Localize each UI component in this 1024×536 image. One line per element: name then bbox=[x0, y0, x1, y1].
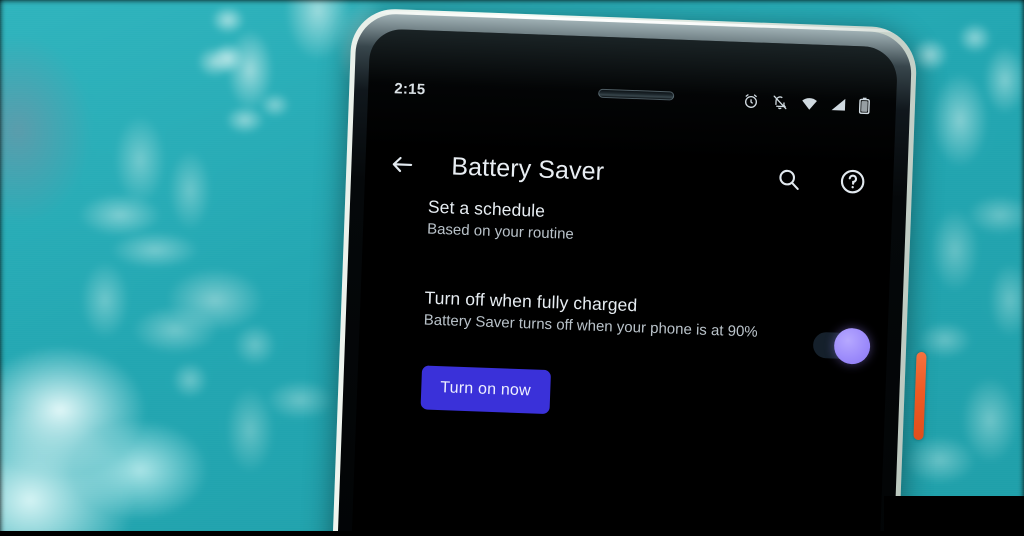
notifications-off-icon bbox=[772, 94, 789, 111]
turn-on-now-button[interactable]: Turn on now bbox=[420, 365, 551, 415]
battery-icon bbox=[858, 97, 871, 114]
phone-bezel: 2:15 Battery Saver Set a schedule Based … bbox=[336, 12, 913, 536]
app-bar-actions bbox=[773, 163, 868, 196]
back-arrow-icon[interactable] bbox=[387, 149, 418, 180]
setting-turn-off-when-fully-charged[interactable]: Turn off when fully charged Battery Save… bbox=[381, 286, 871, 366]
phone-device: 2:15 Battery Saver Set a schedule Based … bbox=[331, 7, 918, 536]
help-icon[interactable] bbox=[837, 166, 868, 197]
phone-screen: 2:15 Battery Saver Set a schedule Based … bbox=[350, 28, 899, 536]
search-icon[interactable] bbox=[773, 163, 804, 194]
letterbox-bar bbox=[884, 496, 1024, 536]
toggle-thumb bbox=[833, 327, 871, 366]
letterbox-bottom-bar bbox=[0, 531, 1024, 536]
page-title: Battery Saver bbox=[450, 151, 605, 186]
turn-off-when-charged-toggle[interactable] bbox=[812, 327, 871, 366]
wifi-icon bbox=[801, 96, 819, 111]
status-bar-icons bbox=[743, 93, 871, 115]
status-bar: 2:15 bbox=[368, 70, 897, 123]
alarm-icon bbox=[743, 93, 760, 110]
cellular-signal-icon bbox=[831, 97, 847, 112]
settings-content: Set a schedule Based on your routine Tur… bbox=[351, 194, 892, 536]
screenshot-stage: 2:15 Battery Saver Set a schedule Based … bbox=[0, 0, 1024, 536]
status-bar-clock: 2:15 bbox=[393, 79, 426, 98]
